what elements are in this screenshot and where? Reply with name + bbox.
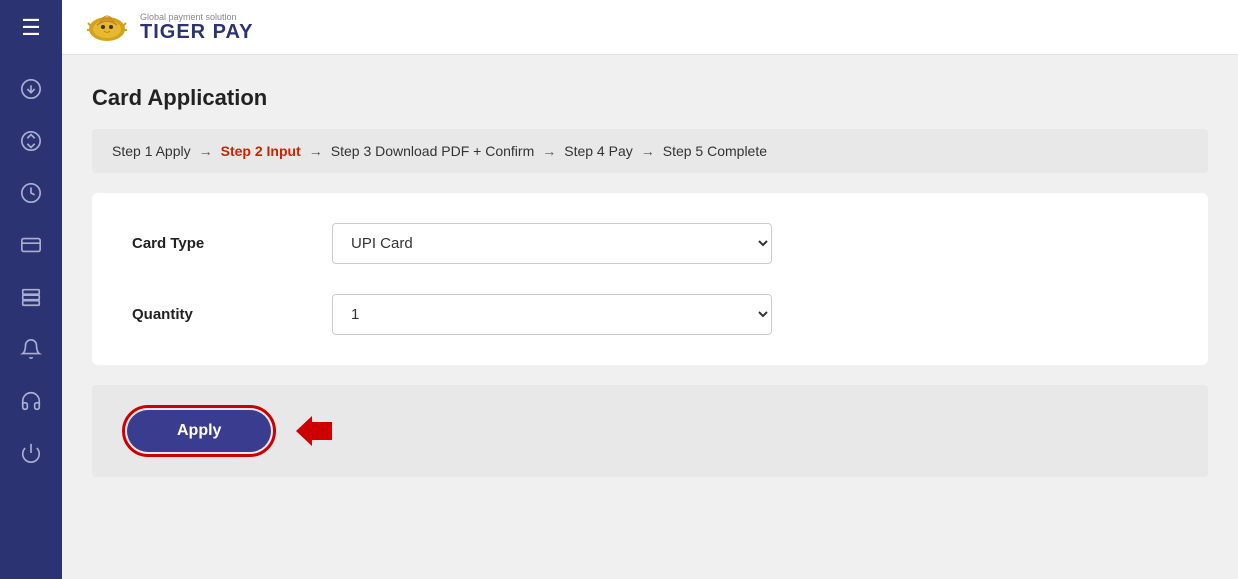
- main-content: Card Application Step 1 Apply → Step 2 I…: [62, 55, 1238, 579]
- apply-button-wrapper: Apply: [122, 405, 276, 457]
- card-type-select[interactable]: UPI Card Visa Card Master Card: [332, 223, 772, 264]
- step-4-label: Step 4 Pay: [564, 143, 633, 159]
- logo-name: TIGER PAY: [140, 22, 253, 42]
- apply-section: Apply: [92, 385, 1208, 477]
- quantity-label: Quantity: [132, 306, 332, 323]
- steps-bar: Step 1 Apply → Step 2 Input → Step 3 Dow…: [92, 129, 1208, 173]
- card-type-label: Card Type: [132, 235, 332, 252]
- form-card: Card Type UPI Card Visa Card Master Card…: [92, 193, 1208, 365]
- sidebar-item-power[interactable]: [0, 429, 62, 477]
- quantity-row: Quantity 1 2 3 4 5: [132, 294, 1168, 335]
- arrow-indicator: [296, 416, 332, 446]
- sidebar-item-exchange[interactable]: [0, 117, 62, 165]
- card-icon: [20, 234, 42, 256]
- sidebar-item-download[interactable]: [0, 65, 62, 113]
- hamburger-button[interactable]: ☰: [0, 0, 62, 55]
- step-2-label: Step 2 Input: [221, 143, 301, 159]
- exchange-icon: [20, 130, 42, 152]
- arrow-3: →: [542, 143, 556, 159]
- sidebar-item-storage[interactable]: [0, 273, 62, 321]
- step-5-label: Step 5 Complete: [663, 143, 767, 159]
- sidebar-item-headset[interactable]: [0, 377, 62, 425]
- page-title: Card Application: [92, 85, 1208, 111]
- download-icon: [20, 78, 42, 100]
- logo-text-container: Global payment solution TIGER PAY: [140, 12, 253, 43]
- arrow-left-icon: [296, 416, 332, 446]
- header: Global payment solution TIGER PAY: [62, 0, 1238, 55]
- timer-icon: [20, 182, 42, 204]
- headset-icon: [20, 390, 42, 412]
- sidebar-item-timer[interactable]: [0, 169, 62, 217]
- logo-area: Global payment solution TIGER PAY: [82, 7, 253, 47]
- arrow-2: →: [309, 143, 323, 159]
- arrow-4: →: [641, 143, 655, 159]
- sidebar-item-card[interactable]: [0, 221, 62, 269]
- bell-icon: [20, 338, 42, 360]
- power-icon: [20, 442, 42, 464]
- card-type-row: Card Type UPI Card Visa Card Master Card: [132, 223, 1168, 264]
- step-1-label: Step 1 Apply: [112, 143, 191, 159]
- step-3-label: Step 3 Download PDF + Confirm: [331, 143, 534, 159]
- tiger-logo: [82, 7, 132, 47]
- sidebar-nav: [0, 65, 62, 477]
- sidebar-item-bell[interactable]: [0, 325, 62, 373]
- apply-button[interactable]: Apply: [127, 410, 271, 452]
- hamburger-icon: ☰: [21, 17, 41, 39]
- quantity-select[interactable]: 1 2 3 4 5: [332, 294, 772, 335]
- storage-icon: [20, 286, 42, 308]
- sidebar: ☰: [0, 0, 62, 579]
- arrow-1: →: [199, 143, 213, 159]
